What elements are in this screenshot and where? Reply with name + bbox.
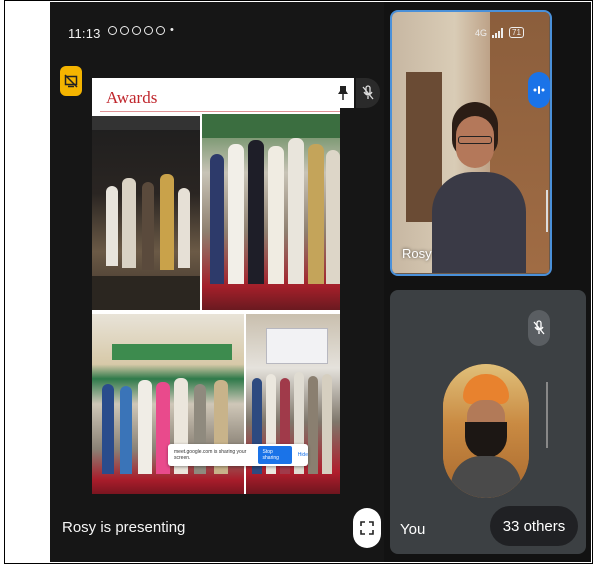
network-label: 4G — [475, 27, 488, 38]
pin-button[interactable] — [332, 78, 354, 108]
tile-scrollbar-top[interactable] — [546, 190, 548, 232]
participant-name-rosy: Rosy — [402, 246, 432, 261]
pin-icon — [338, 86, 348, 100]
share-banner-text: meet.google.com is sharing your screen. — [174, 449, 247, 461]
location-icon — [144, 26, 153, 35]
hide-banner-link[interactable]: Hide — [298, 452, 308, 458]
notification-more-dot: • — [170, 24, 174, 36]
avatar-shirt — [451, 456, 521, 498]
screen-share-badge[interactable] — [60, 66, 82, 96]
slide-title: Awards — [106, 88, 158, 107]
status-right-icons: 4G 71 — [475, 27, 524, 38]
notification-icon — [108, 26, 117, 35]
participant-tile-rosy[interactable]: Rosy — [390, 10, 552, 276]
award-photo-1 — [92, 116, 200, 310]
shared-slide: Awards — [92, 78, 340, 494]
participant-name-you: You — [400, 521, 426, 538]
fullscreen-icon — [360, 521, 374, 535]
avatar — [443, 364, 529, 498]
award-photo-4 — [246, 314, 340, 494]
rosy-speaking-indicator — [528, 72, 550, 108]
award-photo-2 — [202, 114, 340, 310]
battery-indicator: 71 — [509, 27, 524, 38]
fullscreen-button[interactable] — [353, 508, 381, 548]
mic-off-icon — [533, 320, 545, 335]
tile-scrollbar-bottom[interactable] — [546, 382, 548, 448]
frame-right-border — [592, 0, 593, 564]
settings-icon — [132, 26, 141, 35]
chrome-icon — [156, 26, 165, 35]
others-count-button[interactable]: 33 others — [490, 506, 578, 546]
stop-sharing-button[interactable]: Stop sharing — [257, 446, 292, 464]
rosy-glasses — [458, 136, 492, 144]
frame-top-border — [4, 0, 593, 1]
frame-left-border — [4, 0, 5, 564]
rosy-body — [432, 172, 526, 273]
slide-title-rule — [100, 111, 340, 112]
screen-share-off-icon — [64, 74, 78, 88]
status-notification-icons: • — [108, 24, 174, 36]
mic-off-icon — [362, 85, 374, 100]
presenting-caption: Rosy is presenting — [62, 519, 186, 536]
voice-active-icon — [533, 86, 545, 94]
signal-icon — [492, 27, 504, 38]
self-mic-status — [528, 310, 550, 346]
award-photo-3 — [92, 314, 244, 494]
meet-call-screen: 11:13 • Awards meet.google.com is sharin… — [50, 2, 591, 562]
whatsapp-icon — [120, 26, 129, 35]
screen-share-banner: meet.google.com is sharing your screen. … — [168, 444, 308, 466]
status-time: 11:13 — [68, 26, 101, 41]
